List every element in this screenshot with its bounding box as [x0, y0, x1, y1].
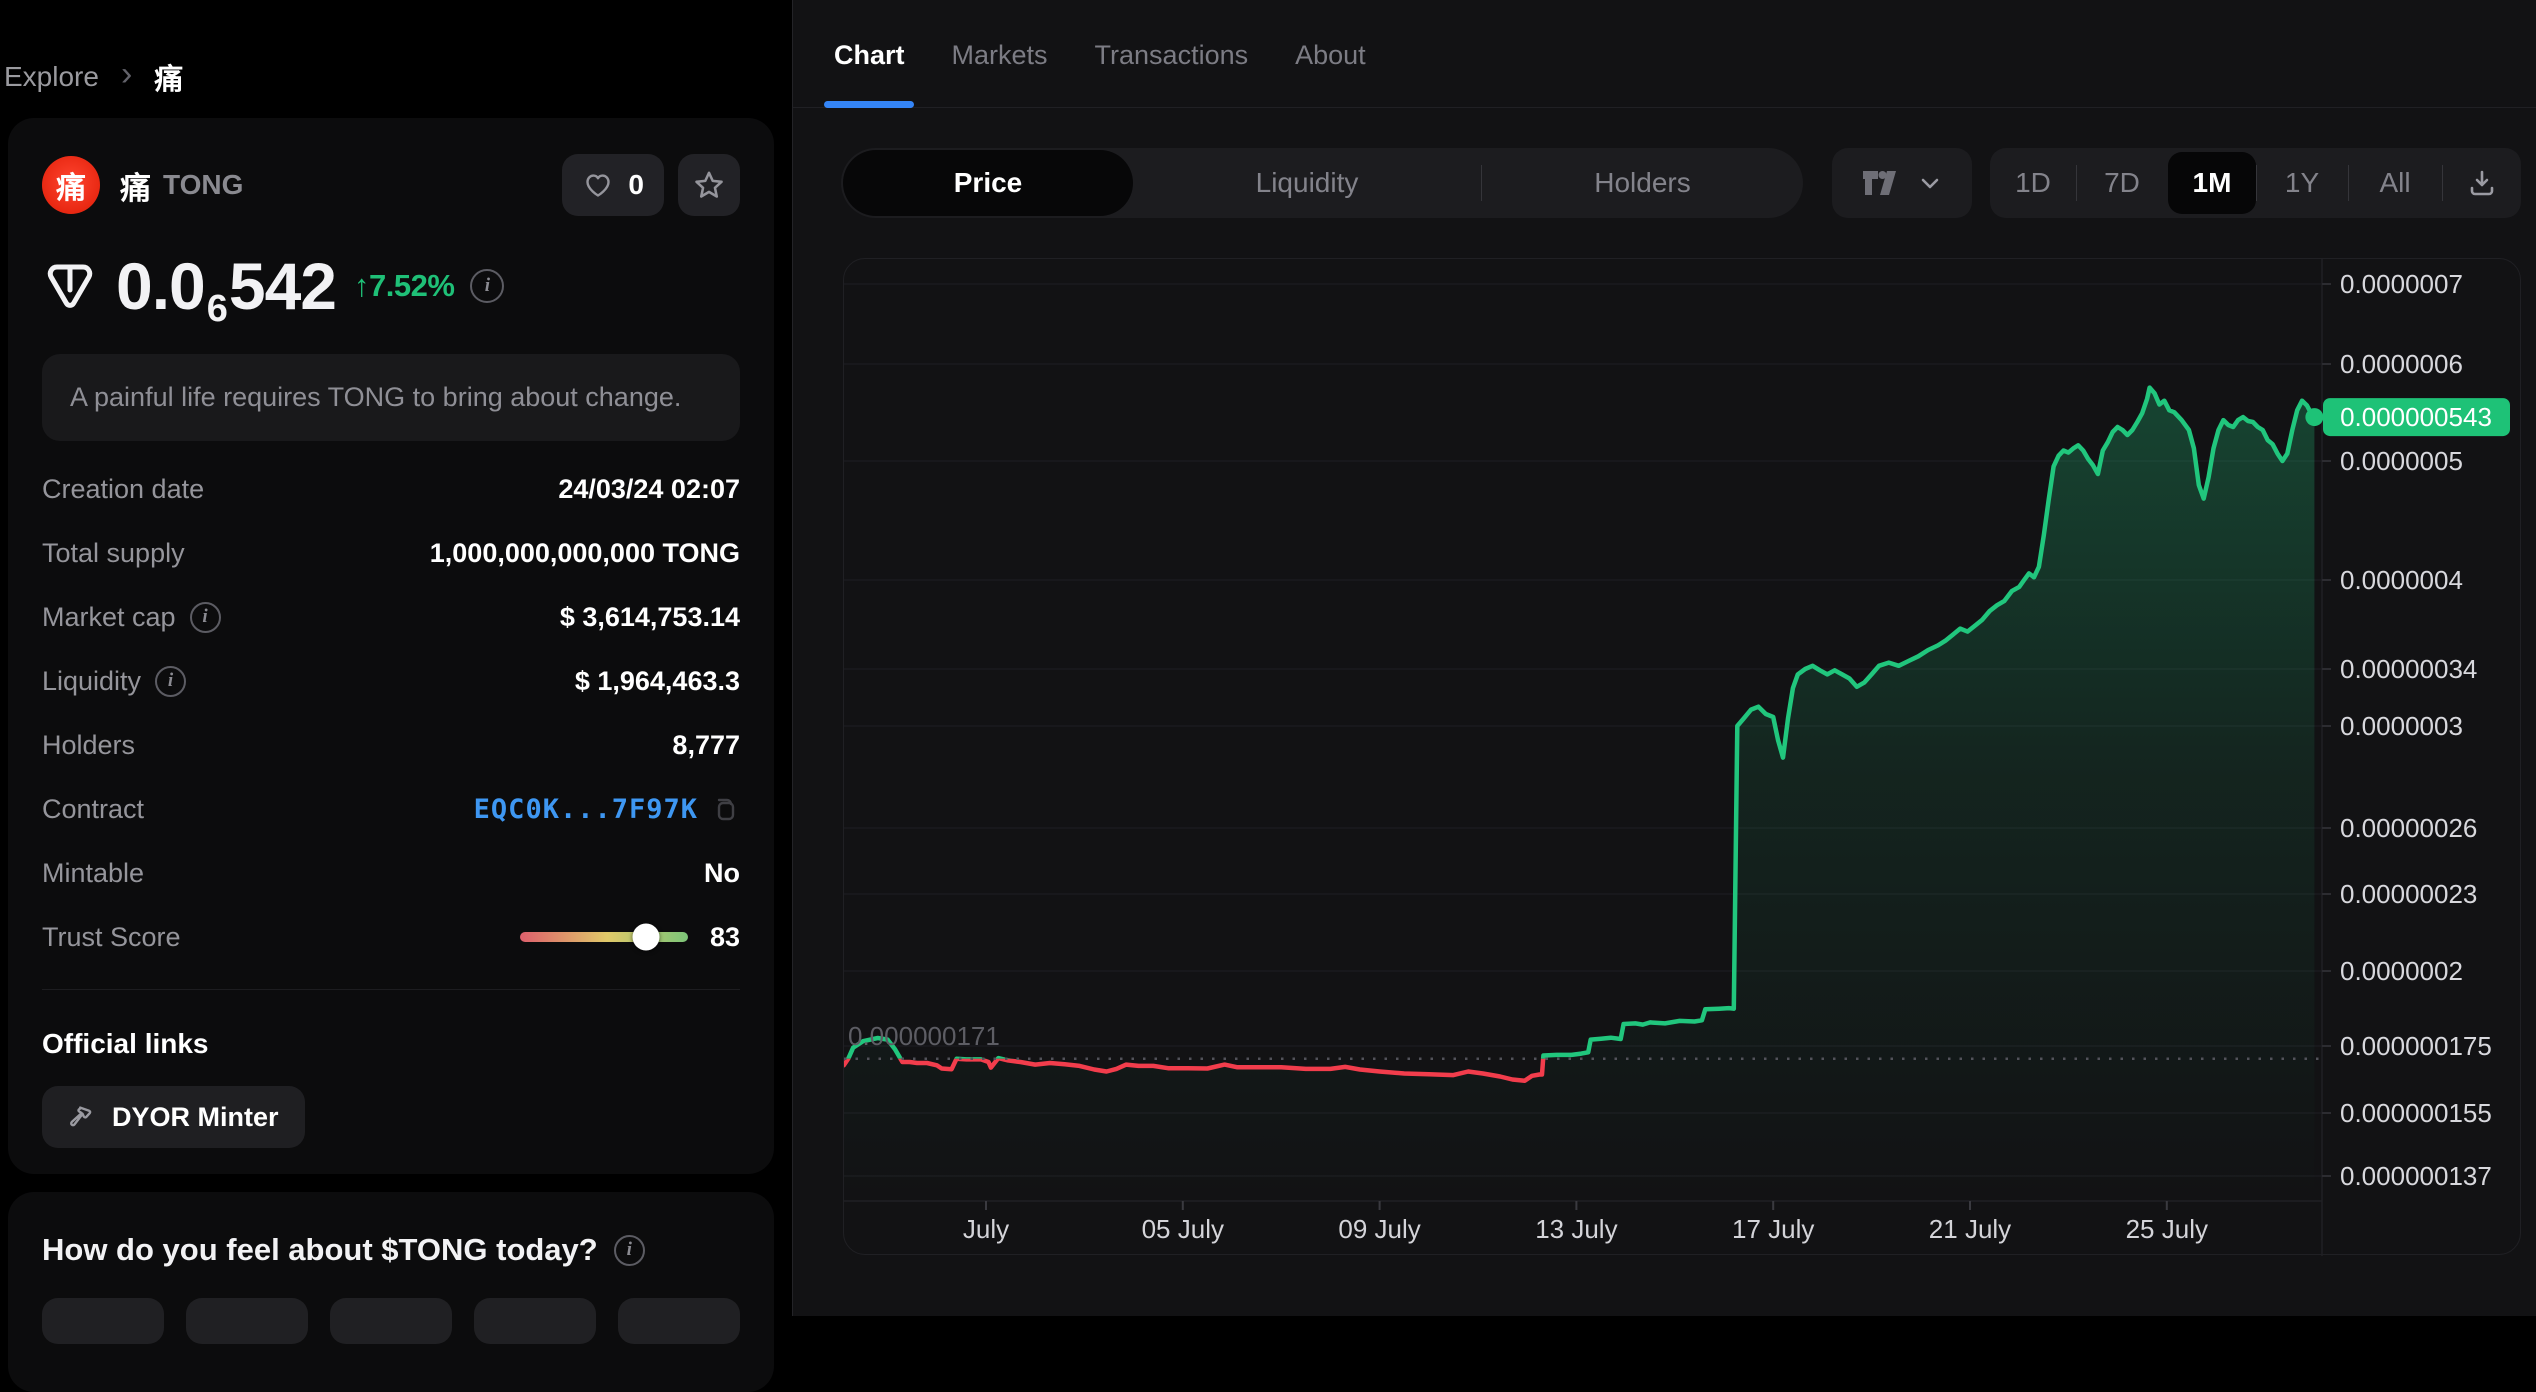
chevron-right-icon: ›	[120, 55, 133, 93]
range-7d[interactable]: 7D	[2076, 148, 2168, 218]
token-info-card: 痛 痛 TONG 0 0.0 6 542 ↑7.52% i A painful …	[8, 118, 774, 1174]
chevron-down-icon	[1921, 178, 1939, 189]
breadcrumb-explore-link[interactable]: Explore	[4, 61, 99, 93]
tradingview-dropdown-button[interactable]	[1832, 148, 1972, 218]
stat-row-liquidity: Liquidity $ 1,964,463.3	[42, 649, 740, 713]
market-cap-info-icon[interactable]	[189, 601, 221, 633]
tradingview-logo-icon	[1863, 171, 1896, 195]
token-ticker: TONG	[163, 169, 244, 200]
current-price-marker: 0.000000543	[2305, 398, 2510, 437]
trust-score-slider[interactable]	[519, 923, 688, 951]
star-icon	[695, 171, 723, 198]
sentiment-option-button[interactable]	[186, 1298, 308, 1344]
svg-text:0.000000137: 0.000000137	[2340, 1161, 2492, 1191]
svg-text:13 July: 13 July	[1535, 1214, 1617, 1244]
range-1y[interactable]: 1Y	[2256, 148, 2348, 218]
stat-row-trust-score: Trust Score 83	[42, 921, 740, 952]
tab-chart[interactable]: Chart	[834, 4, 905, 108]
svg-text:0.0000005: 0.0000005	[2340, 446, 2463, 476]
stat-row-mintable: Mintable No	[42, 857, 740, 888]
stat-row-total-supply: Total supply 1,000,000,000,000 TONG	[42, 537, 740, 568]
sentiment-info-icon[interactable]	[613, 1234, 645, 1266]
download-icon	[2470, 170, 2493, 196]
metric-option-price[interactable]: Price	[843, 150, 1133, 216]
range-all[interactable]: All	[2348, 148, 2442, 218]
trust-score-knob[interactable]	[632, 923, 660, 951]
breadcrumb-current: 痛	[154, 64, 184, 96]
sentiment-option-button[interactable]	[42, 1298, 164, 1344]
card-divider	[42, 989, 740, 990]
breadcrumb: Explore › 痛	[4, 56, 183, 98]
svg-text:0.00000023: 0.00000023	[2340, 879, 2477, 909]
token-name: 痛	[120, 170, 151, 206]
price-change-badge: ↑7.52%	[354, 268, 455, 303]
sentiment-option-button[interactable]	[330, 1298, 452, 1344]
svg-text:0.00000026: 0.00000026	[2340, 813, 2477, 843]
token-sidebar: Explore › 痛 痛 痛 TONG 0 0.0 6 542 ↑7.52% …	[0, 0, 792, 1392]
up-arrow-icon: ↑	[354, 268, 370, 303]
sentiment-card: How do you feel about $TONG today?	[8, 1192, 774, 1392]
x-axis-labels[interactable]: July 05 July 09 July 13 July 17 July 21 July 2…	[963, 1201, 2208, 1244]
sentiment-option-button[interactable]	[474, 1298, 596, 1344]
watchlist-star-button[interactable]	[678, 154, 740, 216]
svg-text:0.0000004: 0.0000004	[2340, 565, 2463, 595]
current-price-label: 0.000000543	[2340, 402, 2492, 432]
sentiment-options	[42, 1298, 740, 1344]
chart-panel: Chart Markets Transactions About Price L…	[792, 0, 2536, 1316]
favorite-button[interactable]: 0	[562, 154, 664, 216]
svg-text:0.0000006: 0.0000006	[2340, 349, 2463, 379]
price-info-icon[interactable]	[470, 269, 505, 303]
chart-controls: Price Liquidity Holders 1D 7D 1M 1Y All	[793, 148, 2536, 218]
token-price: 0.0 6 542	[116, 249, 337, 330]
svg-text:21 July: 21 July	[1929, 1214, 2011, 1244]
svg-text:17 July: 17 July	[1732, 1214, 1814, 1244]
price-chart[interactable]: 0.000000171 0.0000007 0.0000006 0.0000005 0…	[843, 258, 2521, 1256]
price-zeros-subscript: 6	[206, 288, 228, 330]
liquidity-info-icon[interactable]	[155, 665, 187, 697]
favorite-count: 0	[628, 169, 644, 200]
price-row: 0.0 6 542 ↑7.52%	[42, 248, 740, 330]
svg-text:0.0000007: 0.0000007	[2340, 269, 2463, 299]
svg-text:0.0000002: 0.0000002	[2340, 956, 2463, 986]
token-stats: Creation date 24/03/24 02:07 Total suppl…	[42, 457, 740, 969]
tab-about[interactable]: About	[1295, 4, 1366, 108]
contract-address-link[interactable]: EQC0K...7F97K	[474, 794, 698, 825]
main-tabs: Chart Markets Transactions About	[793, 4, 2536, 108]
stat-row-creation-date: Creation date 24/03/24 02:07	[42, 473, 740, 504]
metric-option-liquidity[interactable]: Liquidity	[1133, 148, 1481, 218]
svg-text:0.000000155: 0.000000155	[2340, 1098, 2492, 1128]
svg-text:0.000000175: 0.000000175	[2340, 1031, 2492, 1061]
token-description: A painful life requires TONG to bring ab…	[42, 354, 740, 441]
stat-row-holders: Holders 8,777	[42, 729, 740, 760]
svg-text:0.00000034: 0.00000034	[2340, 654, 2477, 684]
range-1m[interactable]: 1M	[2168, 152, 2256, 214]
svg-text:09 July: 09 July	[1338, 1214, 1420, 1244]
metric-segmented-control: Price Liquidity Holders	[841, 148, 1803, 218]
copy-icon[interactable]	[710, 794, 740, 824]
range-1d[interactable]: 1D	[1990, 148, 2076, 218]
svg-text:0.0000003: 0.0000003	[2340, 711, 2463, 741]
svg-text:05 July: 05 July	[1142, 1214, 1224, 1244]
official-links-title: Official links	[42, 1028, 209, 1059]
stat-row-contract: Contract EQC0K...7F97K	[42, 777, 740, 841]
tab-markets[interactable]: Markets	[952, 4, 1048, 108]
price-chart-svg: 0.000000171 0.0000007 0.0000006 0.0000005 0…	[844, 259, 2510, 1256]
baseline-label: 0.000000171	[848, 1021, 1000, 1051]
svg-text:July: July	[963, 1214, 1009, 1244]
heart-icon	[586, 174, 611, 197]
token-avatar: 痛	[42, 156, 100, 214]
trust-score-value: 83	[709, 921, 740, 952]
official-link-dyor-minter[interactable]: DYOR Minter	[42, 1086, 305, 1148]
ton-logo-icon	[47, 264, 93, 308]
sentiment-option-button[interactable]	[618, 1298, 740, 1344]
sentiment-question: How do you feel about $TONG today?	[42, 1232, 598, 1267]
download-chart-button[interactable]	[2442, 148, 2521, 218]
stat-row-market-cap: Market cap $ 3,614,753.14	[42, 585, 740, 649]
price-series	[844, 385, 2317, 1201]
range-selector: 1D 7D 1M 1Y All	[1990, 148, 2521, 218]
svg-text:25 July: 25 July	[2126, 1214, 2208, 1244]
minter-hammer-icon	[70, 1106, 92, 1127]
tab-transactions[interactable]: Transactions	[1095, 4, 1249, 108]
metric-option-holders[interactable]: Holders	[1482, 148, 1803, 218]
